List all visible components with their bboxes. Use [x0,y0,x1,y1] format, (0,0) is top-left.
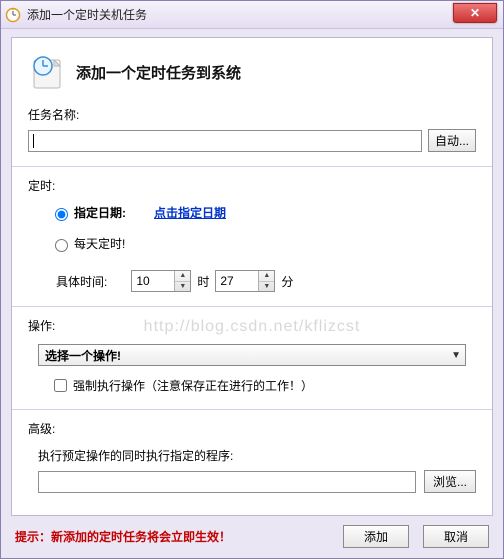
auto-name-button[interactable]: 自动... [428,129,476,152]
app-icon [5,7,21,23]
cancel-button[interactable]: 取消 [423,525,489,548]
minute-spinner[interactable]: ▲▼ [215,270,275,292]
hour-stepper[interactable]: ▲▼ [174,271,190,291]
program-path-input[interactable] [38,471,416,493]
action-combo-value: 选择一个操作! [45,347,121,364]
action-section-label: 操作: [28,317,476,334]
header: 添加一个定时任务到系统 [28,52,476,92]
text-cursor [33,134,34,148]
action-combo[interactable]: 选择一个操作! ▼ [38,344,466,366]
close-icon: ✕ [470,6,480,20]
specify-date-link[interactable]: 点击指定日期 [154,204,226,221]
run-program-label: 执行预定操作的同时执行指定的程序: [38,447,476,464]
titlebar: 添加一个定时关机任务 ✕ [1,1,503,29]
task-name-input[interactable] [28,130,422,152]
header-title: 添加一个定时任务到系统 [76,62,241,83]
specify-date-label: 指定日期: [74,204,126,221]
dialog-window: 添加一个定时关机任务 ✕ 添加一个定时任务到系统 任务名称: [0,0,504,559]
specify-date-radio[interactable] [55,208,68,221]
hour-unit: 时 [197,273,209,290]
document-clock-icon [28,52,68,92]
hour-spinner[interactable]: ▲▼ [131,270,191,292]
browse-button[interactable]: 浏览... [424,470,476,493]
separator [12,306,492,307]
force-label: 强制执行操作（注意保存正在进行的工作！） [73,377,313,394]
chevron-down-icon: ▼ [451,350,461,361]
time-label: 具体时间: [56,273,107,290]
daily-label: 每天定时! [74,235,125,252]
advanced-section-label: 高级: [28,420,476,437]
separator [12,166,492,167]
close-button[interactable]: ✕ [453,3,497,23]
daily-radio[interactable] [55,239,68,252]
minute-unit: 分 [281,273,293,290]
minute-input[interactable] [216,271,258,291]
task-name-label: 任务名称: [28,106,476,123]
timing-section-label: 定时: [28,177,476,194]
hour-input[interactable] [132,271,174,291]
force-checkbox[interactable] [54,379,67,392]
minute-stepper[interactable]: ▲▼ [258,271,274,291]
footer-bar: 提示：新添加的定时任务将会立即生效！ 添加 取消 [15,525,489,548]
separator [12,409,492,410]
window-title: 添加一个定时关机任务 [27,6,147,23]
content-panel: 添加一个定时任务到系统 任务名称: 自动... 定时: 指定日期: 点击指定日期… [11,37,493,516]
add-button[interactable]: 添加 [343,525,409,548]
hint-text: 提示：新添加的定时任务将会立即生效！ [15,528,329,545]
